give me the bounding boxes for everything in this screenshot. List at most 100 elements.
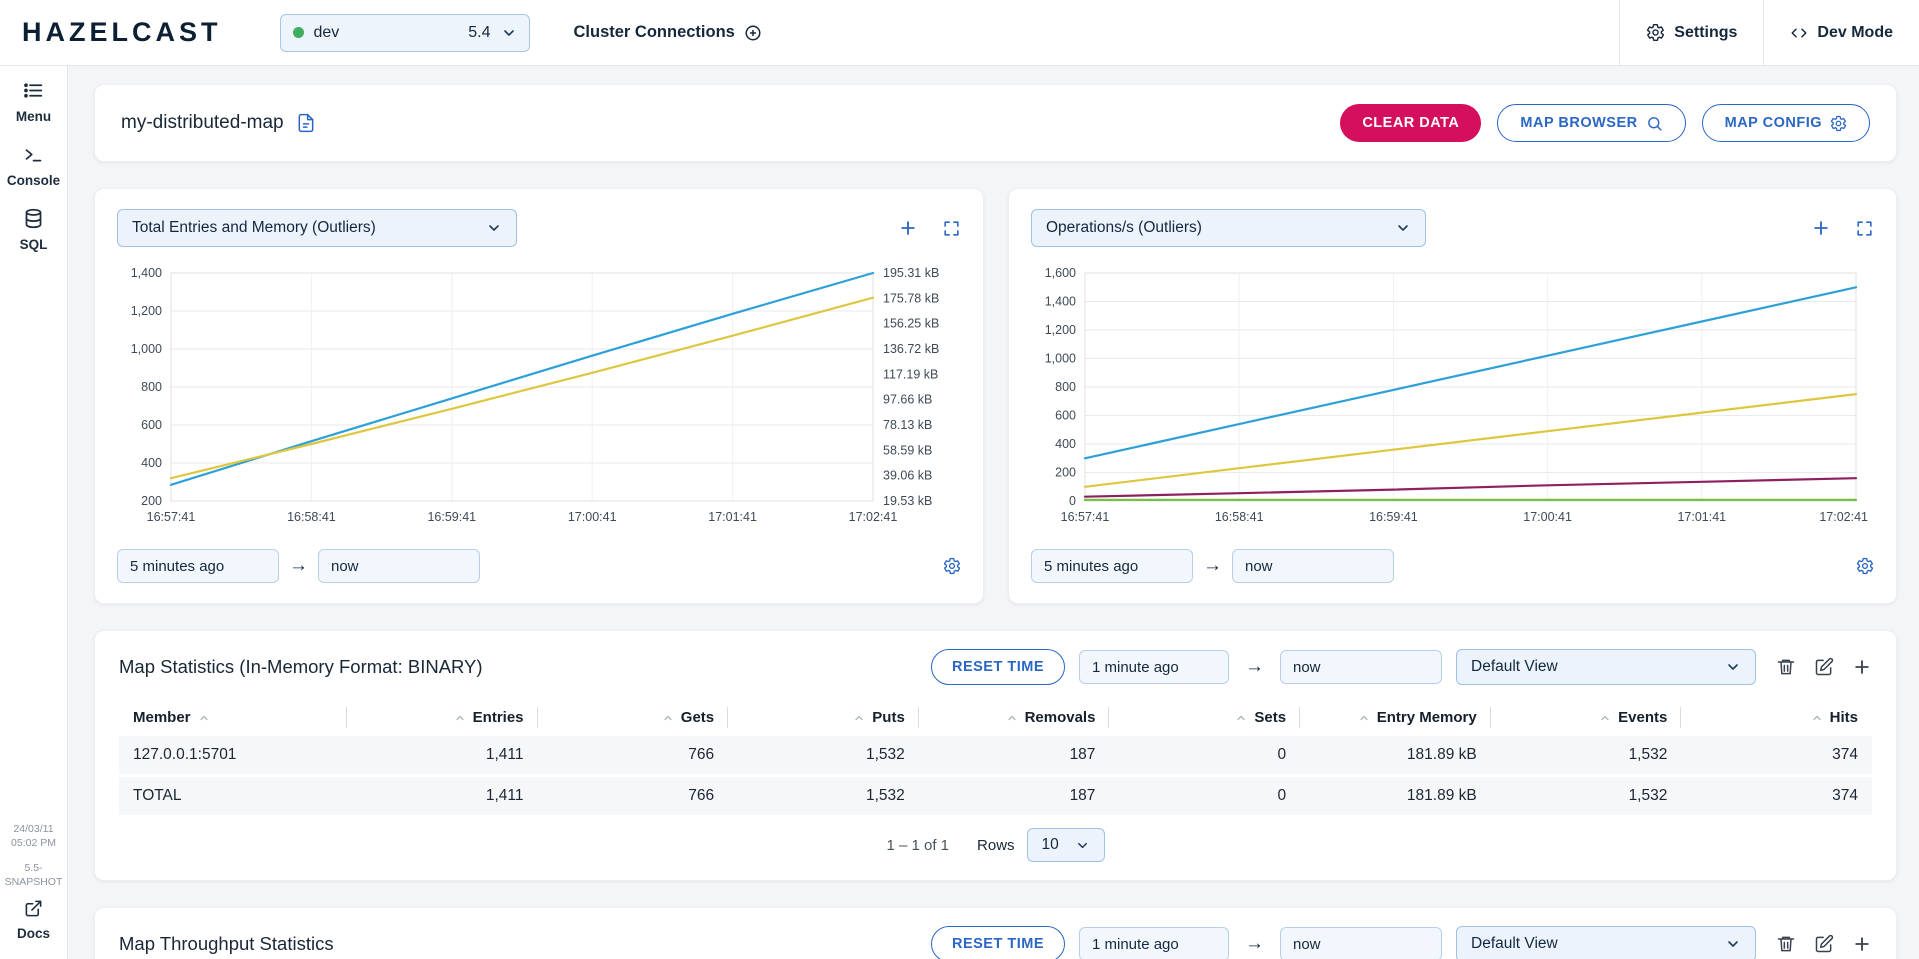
sort-caret-icon [853, 712, 865, 724]
add-chart-icon[interactable] [898, 218, 918, 238]
sidebar-item-sql[interactable]: SQL [20, 208, 48, 252]
time-from-input[interactable]: 1 minute ago [1079, 927, 1229, 959]
column-header-member[interactable]: Member [119, 699, 347, 736]
table-cell: 766 [538, 777, 729, 818]
cluster-connections-button[interactable]: Cluster Connections [574, 23, 762, 42]
rows-per-page-selector[interactable]: 10 [1027, 828, 1105, 862]
chevron-down-icon [1075, 838, 1090, 853]
settings-button[interactable]: Settings [1620, 0, 1763, 65]
map-throughput-card: Map Throughput Statistics RESET TIME 1 m… [94, 907, 1897, 959]
svg-text:97.66 kB: 97.66 kB [883, 393, 932, 407]
column-header-removals[interactable]: Removals [919, 699, 1110, 736]
map-title-card: my-distributed-map CLEAR DATA MAP BROWSE… [94, 84, 1897, 162]
sidebar-timestamp: 24/03/11 05:02 PM [11, 822, 56, 850]
page-title: my-distributed-map [121, 112, 284, 134]
entries-memory-chart: 2004006008001,0001,2001,40019.53 kB39.06… [117, 261, 961, 533]
time-from-input[interactable]: 5 minutes ago [1031, 549, 1193, 583]
edit-view-pencil-icon[interactable] [1814, 657, 1834, 677]
chart-card-entries-memory: Total Entries and Memory (Outliers) 2004… [94, 188, 984, 604]
dev-mode-button[interactable]: Dev Mode [1764, 0, 1919, 65]
arrow-right-icon: → [289, 555, 308, 577]
cluster-selector[interactable]: dev 5.4 [280, 14, 530, 52]
main-content: my-distributed-map CLEAR DATA MAP BROWSE… [68, 66, 1919, 959]
table-cell: 1,532 [728, 777, 919, 818]
chevron-down-icon [1395, 220, 1411, 236]
time-to-input[interactable]: now [318, 549, 480, 583]
cluster-connections-label: Cluster Connections [574, 23, 735, 42]
add-view-plus-icon[interactable] [1852, 657, 1872, 677]
table-cell: 1,532 [1491, 736, 1682, 777]
column-header-gets[interactable]: Gets [538, 699, 729, 736]
time-from-input[interactable]: 1 minute ago [1079, 650, 1229, 684]
column-header-entries[interactable]: Entries [347, 699, 538, 736]
view-selector[interactable]: Default View [1456, 649, 1756, 685]
add-view-plus-icon[interactable] [1852, 934, 1872, 954]
sidebar-item-docs[interactable]: Docs [17, 899, 50, 941]
section-title: Map Statistics (In-Memory Format: BINARY… [119, 656, 483, 678]
sort-caret-icon [1599, 712, 1611, 724]
gear-icon [1830, 115, 1847, 132]
sidebar-item-console[interactable]: Console [7, 144, 60, 188]
table-row: TOTAL1,4117661,5321870181.89 kB1,532374 [119, 777, 1872, 818]
fullscreen-icon[interactable] [1855, 219, 1874, 238]
sidebar-item-menu[interactable]: Menu [16, 80, 51, 124]
page-range: 1 – 1 of 1 [886, 837, 949, 854]
table-pagination: 1 – 1 of 1 Rows 10 [119, 818, 1872, 874]
delete-view-trash-icon[interactable] [1776, 934, 1796, 954]
time-from-input[interactable]: 5 minutes ago [117, 549, 279, 583]
column-header-events[interactable]: Events [1491, 699, 1682, 736]
chevron-down-icon [1725, 936, 1741, 952]
table-cell: 187 [919, 736, 1110, 777]
fullscreen-icon[interactable] [942, 219, 961, 238]
time-to-input[interactable]: now [1232, 549, 1394, 583]
reset-time-button[interactable]: RESET TIME [931, 926, 1065, 959]
svg-text:156.25 kB: 156.25 kB [883, 317, 939, 331]
document-icon[interactable] [296, 113, 316, 133]
section-title: Map Throughput Statistics [119, 933, 334, 955]
table-cell: 1,411 [347, 777, 538, 818]
edit-view-pencil-icon[interactable] [1814, 934, 1834, 954]
metric-selector[interactable]: Total Entries and Memory (Outliers) [117, 209, 517, 247]
chart-card-operations: Operations/s (Outliers) 02004006008001,0… [1008, 188, 1897, 604]
column-header-hits[interactable]: Hits [1681, 699, 1872, 736]
svg-text:117.19 kB: 117.19 kB [883, 367, 938, 381]
chart-settings-gear-icon[interactable] [943, 557, 961, 575]
svg-text:1,200: 1,200 [1045, 323, 1076, 337]
chevron-down-icon [501, 25, 517, 41]
delete-view-trash-icon[interactable] [1776, 657, 1796, 677]
cluster-status-icon [293, 27, 304, 38]
plus-circle-icon [744, 24, 762, 42]
svg-text:600: 600 [141, 418, 162, 432]
left-sidebar: Menu Console SQL 24/03/11 05:02 PM 5.5- … [0, 66, 68, 959]
clear-data-button[interactable]: CLEAR DATA [1340, 104, 1481, 142]
column-header-sets[interactable]: Sets [1109, 699, 1300, 736]
svg-text:39.06 kB: 39.06 kB [883, 469, 932, 483]
metric-selector[interactable]: Operations/s (Outliers) [1031, 209, 1426, 247]
add-chart-icon[interactable] [1811, 218, 1831, 238]
sidebar-version: 5.5- SNAPSHOT [5, 861, 63, 889]
view-selector[interactable]: Default View [1456, 926, 1756, 959]
svg-text:1,000: 1,000 [1045, 352, 1076, 366]
chevron-down-icon [486, 220, 502, 236]
map-config-button[interactable]: MAP CONFIG [1702, 104, 1870, 142]
sidebar-item-label: Docs [17, 926, 50, 941]
svg-text:16:59:41: 16:59:41 [427, 510, 476, 524]
column-header-entry-memory[interactable]: Entry Memory [1300, 699, 1491, 736]
svg-text:78.13 kB: 78.13 kB [883, 418, 932, 432]
chart-settings-gear-icon[interactable] [1856, 557, 1874, 575]
svg-text:16:57:41: 16:57:41 [1061, 510, 1110, 524]
table-cell: 1,532 [728, 736, 919, 777]
map-browser-button[interactable]: MAP BROWSER [1497, 104, 1685, 142]
svg-text:400: 400 [1055, 437, 1076, 451]
svg-text:16:57:41: 16:57:41 [147, 510, 196, 524]
reset-time-button[interactable]: RESET TIME [931, 649, 1065, 685]
code-brackets-icon [1790, 24, 1808, 42]
rows-label: Rows [977, 837, 1015, 854]
svg-text:1,400: 1,400 [1045, 295, 1076, 309]
statistics-table: MemberEntriesGetsPutsRemovalsSetsEntry M… [119, 699, 1872, 818]
table-cell: 187 [919, 777, 1110, 818]
column-header-puts[interactable]: Puts [728, 699, 919, 736]
time-to-input[interactable]: now [1280, 927, 1442, 959]
time-to-input[interactable]: now [1280, 650, 1442, 684]
svg-text:175.78 kB: 175.78 kB [883, 291, 939, 305]
